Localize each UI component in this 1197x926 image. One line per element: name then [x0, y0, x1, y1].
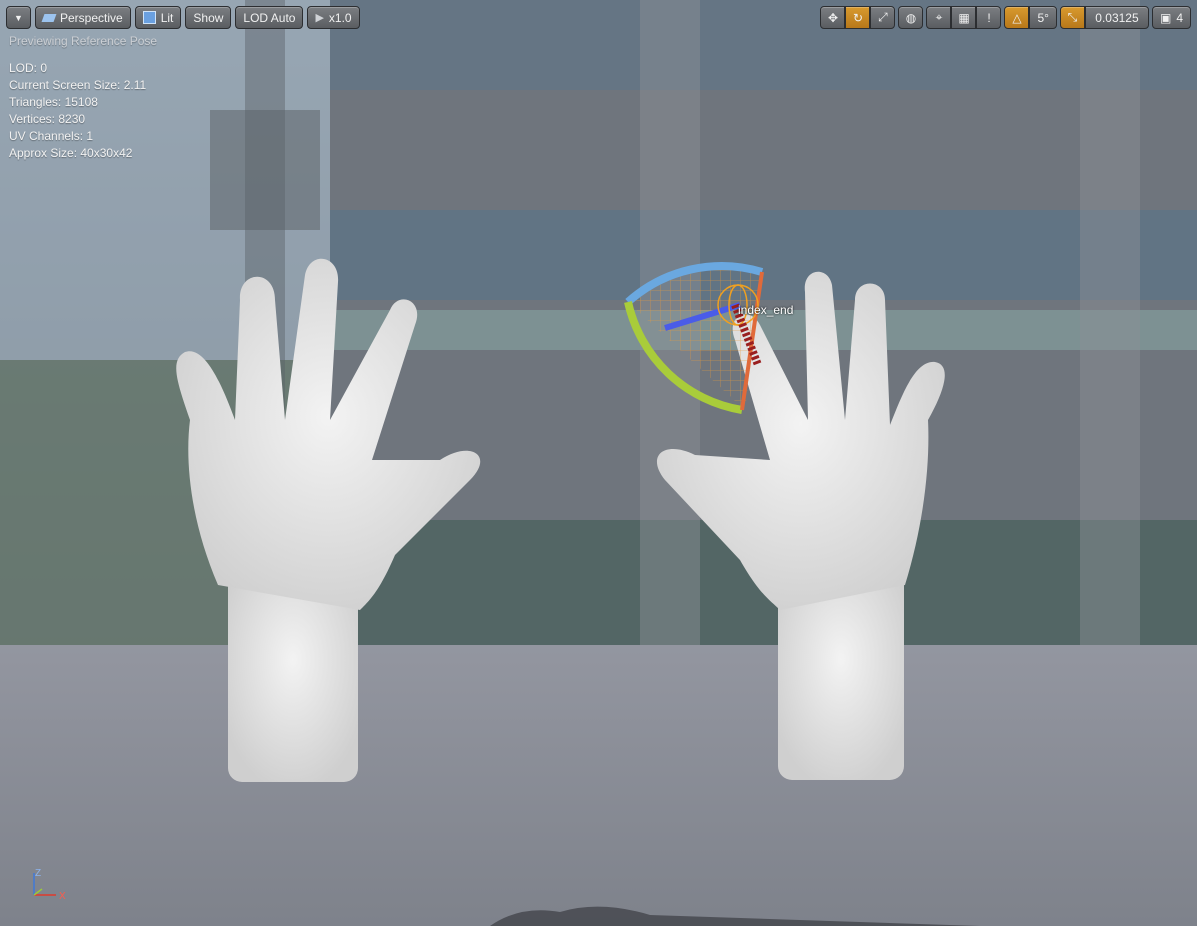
mesh-stats: LOD: 0 Current Screen Size: 2.11 Triangl… [9, 60, 157, 162]
view-mode-button[interactable]: Lit [134, 6, 182, 29]
perspective-label: Perspective [60, 10, 123, 25]
perspective-button[interactable]: Perspective [35, 6, 131, 29]
viewport-info-overlay: Previewing Reference Pose LOD: 0 Current… [9, 34, 157, 162]
stat-triangles: Triangles: 15108 [9, 95, 98, 109]
move-arrows-icon: ✥ [827, 10, 839, 25]
playback-speed-label: x1.0 [328, 10, 352, 25]
scale-icon: ⤢ [878, 10, 888, 24]
camera-speed-value: 4 [1176, 10, 1183, 25]
snap-group: ⌖ ▦ ! [926, 6, 1002, 29]
rotation-snap-group: △ 5° [1004, 6, 1057, 29]
camera-speed-button[interactable]: ▣ 4 [1151, 6, 1191, 29]
grid-icon: ▦ [958, 10, 970, 25]
rotation-snap-dropdown[interactable]: 5° [1029, 6, 1057, 29]
globe-icon: ◍ [905, 10, 917, 25]
stat-lod: LOD: 0 [9, 61, 48, 75]
angle-icon: △ [1012, 10, 1022, 25]
scale-snap-value: 0.03125 [1095, 10, 1139, 25]
grid-snap-dropdown[interactable]: ! [976, 6, 1002, 29]
viewport-options-button[interactable]: ▼ [6, 6, 31, 29]
play-icon: ▶ [315, 12, 324, 24]
chevron-down-icon: ▼ [14, 12, 23, 23]
grid-snap-button[interactable]: ▦ [951, 6, 977, 29]
scale-mode-button[interactable]: ⤢ [870, 6, 896, 29]
axis-indicator: Z X [33, 868, 66, 902]
scale-snap-dropdown[interactable]: 0.03125 [1084, 6, 1149, 29]
viewport-scene [0, 0, 1197, 926]
perspective-icon [41, 13, 57, 22]
lit-cube-icon [142, 11, 156, 24]
surface-snap-button[interactable]: ⌖ [926, 6, 952, 29]
view-mode-label: Lit [160, 10, 174, 25]
scale-snap-group: ⤡ 0.03125 [1059, 6, 1149, 29]
scale-snap-button[interactable]: ⤡ [1059, 6, 1085, 29]
viewport-toolbar-right: ✥ ↻ ⤢ ◍ ⌖ ▦ ! △ 5° ⤡ 0.03125 ▣ 4 [820, 5, 1191, 30]
lod-button[interactable]: LOD Auto [235, 6, 304, 29]
stat-screen-size: Current Screen Size: 2.11 [9, 78, 147, 92]
scale-snap-icon: ⤡ [1067, 10, 1078, 24]
y-axis-line [33, 888, 43, 896]
surface-snap-icon: ⌖ [935, 10, 943, 24]
transform-mode-group: ✥ ↻ ⤢ [820, 6, 896, 29]
viewport-toolbar-left: ▼ Perspective Lit Show LOD Auto ▶ x1.0 [6, 5, 360, 30]
rotation-snap-value: 5° [1037, 10, 1049, 25]
coordinate-system-button[interactable]: ◍ [898, 6, 924, 29]
show-button[interactable]: Show [185, 6, 232, 29]
rotation-snap-button[interactable]: △ [1004, 6, 1030, 29]
z-axis-label: Z [35, 868, 41, 879]
camera-icon: ▣ [1159, 10, 1172, 25]
playback-speed-button[interactable]: ▶ x1.0 [307, 6, 360, 29]
selected-bone-label: index_end [738, 303, 794, 317]
rotate-icon: ↻ [852, 10, 864, 25]
translate-mode-button[interactable]: ✥ [820, 6, 846, 29]
show-label: Show [193, 10, 224, 25]
rotate-mode-button[interactable]: ↻ [845, 6, 871, 29]
stat-approx-size: Approx Size: 40x30x42 [9, 146, 133, 160]
exclamation-icon: ! [987, 10, 991, 25]
preview-status: Previewing Reference Pose [9, 34, 158, 48]
x-axis-label: X [59, 891, 66, 902]
lod-label: LOD Auto [243, 10, 296, 25]
skeletal-mesh-viewport[interactable]: ▼ Perspective Lit Show LOD Auto ▶ x1.0 ✥… [0, 0, 1197, 926]
stat-uv-channels: UV Channels: 1 [9, 129, 94, 143]
stat-vertices: Vertices: 8230 [9, 112, 86, 126]
